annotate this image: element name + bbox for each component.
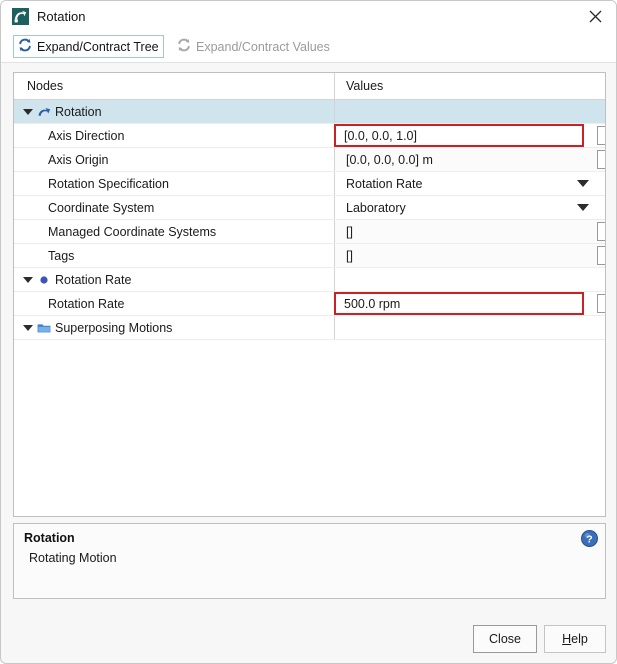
svg-text:?: ? [586, 533, 592, 545]
ellipsis-icon: ... [604, 130, 605, 140]
window-title: Rotation [37, 9, 86, 24]
node-cell: Rotation Rate [14, 268, 334, 291]
value-cell[interactable]: [] [334, 244, 605, 267]
help-circle-icon[interactable]: ? [581, 530, 598, 547]
refresh-sync-icon [177, 38, 191, 55]
value-text: Laboratory [346, 200, 406, 215]
ellipsis-button[interactable]: ... [597, 126, 605, 145]
value-cell [334, 100, 605, 123]
node-cell: Tags [14, 244, 334, 267]
expand-contract-tree-label: Expand/Contract Tree [37, 39, 159, 54]
table-row[interactable]: Rotation [14, 100, 605, 124]
node-cell: Coordinate System [14, 196, 334, 219]
value-cell[interactable]: Rotation Rate [334, 172, 605, 195]
value-cell[interactable]: [0.0, 0.0, 0.0] m [334, 148, 605, 171]
value-text: Rotation Rate [346, 176, 423, 191]
table-row[interactable]: Rotation Rate [14, 268, 605, 292]
value-cell[interactable]: 500.0 rpm [334, 292, 584, 315]
column-header-values[interactable]: Values [334, 73, 605, 99]
ellipsis-icon: ... [604, 298, 605, 308]
blue-dot-icon [37, 273, 51, 287]
chevron-down-icon[interactable] [23, 274, 34, 285]
expand-contract-values-label: Expand/Contract Values [196, 39, 330, 54]
help-button-label-rest: elp [571, 632, 588, 646]
value-text: [] [346, 224, 353, 239]
ellipsis-button[interactable]: ... [597, 246, 605, 265]
info-panel-title: Rotation [24, 531, 75, 545]
value-text: [0.0, 0.0, 0.0] m [346, 152, 433, 167]
help-button-mnemonic: H [562, 632, 572, 646]
node-cell: Superposing Motions [14, 316, 334, 339]
rotation-dialog: Rotation Expand/Contract Tree Expand/Con… [0, 0, 617, 664]
properties-table: Nodes Values Rotation Axis Direction [0.0,… [13, 72, 606, 517]
node-label: Rotation Rate [55, 272, 132, 287]
expand-contract-tree-button[interactable]: Expand/Contract Tree [13, 35, 164, 58]
node-label: Axis Direction [48, 128, 125, 143]
info-panel-description: Rotating Motion [29, 551, 117, 565]
table-row[interactable]: Rotation Specification Rotation Rate [14, 172, 605, 196]
node-cell: Rotation [14, 100, 334, 123]
curved-arrow-icon [37, 105, 51, 119]
node-label: Tags [48, 248, 75, 263]
close-button[interactable]: Close [473, 625, 537, 653]
node-label: Axis Origin [48, 152, 109, 167]
info-panel: Rotation Rotating Motion ? [13, 523, 606, 599]
table-header-row: Nodes Values [14, 73, 605, 100]
expand-contract-values-button[interactable]: Expand/Contract Values [172, 35, 335, 58]
value-cell[interactable]: [0.0, 0.0, 1.0] [334, 124, 584, 147]
toolbar: Expand/Contract Tree Expand/Contract Val… [1, 32, 616, 63]
chevron-down-icon[interactable] [23, 322, 34, 333]
ellipsis-icon: ... [604, 226, 605, 236]
ellipsis-button[interactable]: ... [597, 294, 605, 313]
node-label: Rotation Rate [48, 296, 125, 311]
value-cell [334, 268, 605, 291]
table-row[interactable]: Superposing Motions [14, 316, 605, 340]
ellipsis-button[interactable]: ... [597, 222, 605, 241]
chevron-down-icon[interactable] [23, 106, 34, 117]
titlebar: Rotation [1, 1, 616, 32]
node-cell: Rotation Rate [14, 292, 334, 315]
node-cell: Managed Coordinate Systems [14, 220, 334, 243]
rotation-app-icon [12, 8, 29, 25]
value-text: 500.0 rpm [344, 296, 401, 311]
table-body: Rotation Axis Direction [0.0, 0.0, 1.0]...… [14, 100, 605, 340]
table-row[interactable]: Coordinate System Laboratory [14, 196, 605, 220]
node-label: Superposing Motions [55, 320, 173, 335]
close-icon[interactable] [572, 1, 616, 32]
node-cell: Axis Direction [14, 124, 334, 147]
table-row[interactable]: Rotation Rate 500.0 rpm... [14, 292, 605, 316]
folder-icon [37, 321, 51, 335]
column-header-nodes[interactable]: Nodes [14, 73, 334, 99]
node-cell: Rotation Specification [14, 172, 334, 195]
value-text: [0.0, 0.0, 1.0] [344, 128, 417, 143]
table-row[interactable]: Axis Origin [0.0, 0.0, 0.0] m... [14, 148, 605, 172]
node-label: Coordinate System [48, 200, 155, 215]
node-label: Rotation [55, 104, 102, 119]
value-cell[interactable]: Laboratory [334, 196, 605, 219]
ellipsis-icon: ... [604, 154, 605, 164]
node-label: Rotation Specification [48, 176, 169, 191]
value-cell[interactable]: [] [334, 220, 605, 243]
refresh-sync-icon [18, 38, 32, 55]
ellipsis-icon: ... [604, 250, 605, 260]
table-row[interactable]: Managed Coordinate Systems []... [14, 220, 605, 244]
help-button[interactable]: Help [544, 625, 606, 653]
node-cell: Axis Origin [14, 148, 334, 171]
node-label: Managed Coordinate Systems [48, 224, 217, 239]
ellipsis-button[interactable]: ... [597, 150, 605, 169]
table-row[interactable]: Axis Direction [0.0, 0.0, 1.0]... [14, 124, 605, 148]
value-cell [334, 316, 605, 339]
table-row[interactable]: Tags []... [14, 244, 605, 268]
value-text: [] [346, 248, 353, 263]
